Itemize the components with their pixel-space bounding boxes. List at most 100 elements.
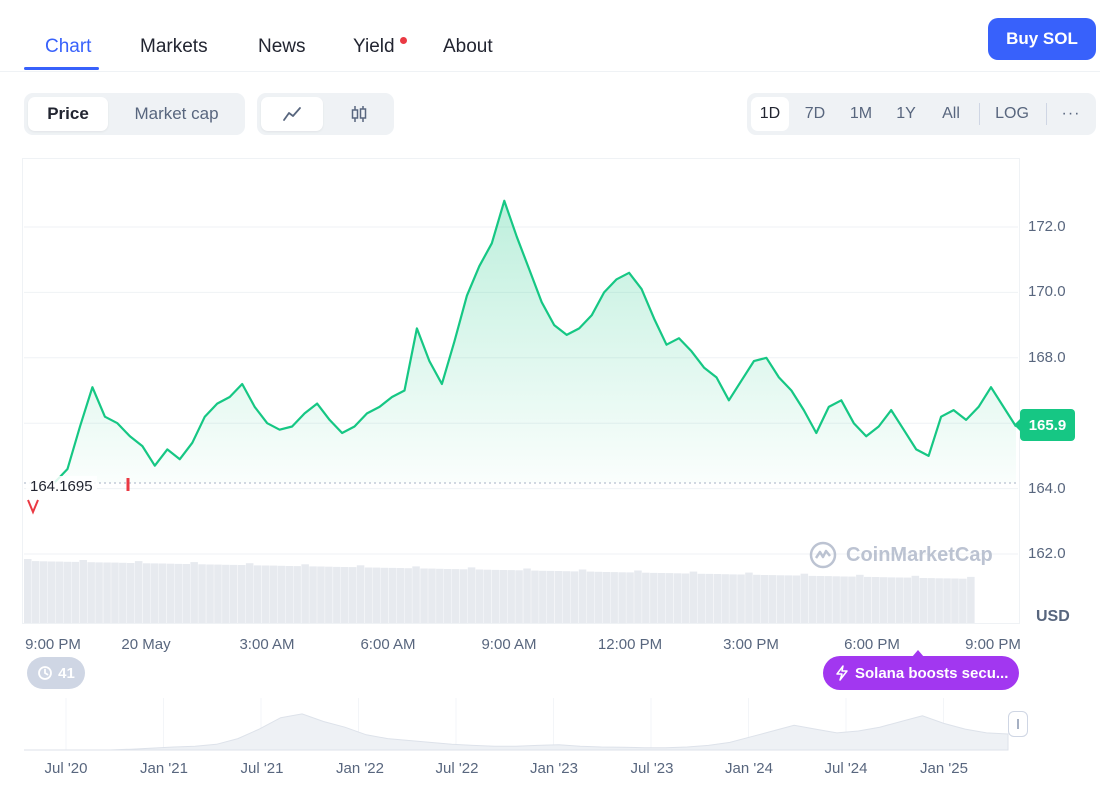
volume-bar xyxy=(634,570,642,623)
watermark-text: CoinMarketCap xyxy=(846,543,993,566)
x-tick-label: 3:00 AM xyxy=(239,636,295,653)
volume-bar xyxy=(768,575,777,623)
volume-bar xyxy=(451,569,460,623)
volume-bar xyxy=(903,577,912,623)
volume-bar xyxy=(658,573,666,623)
volume-bar xyxy=(911,575,920,623)
navigator-tick-label: Jul '21 xyxy=(240,760,284,777)
volume-bar xyxy=(87,562,95,623)
navigator-tick-label: Jul '23 xyxy=(630,760,674,777)
volume-bar xyxy=(872,577,880,623)
volume-bar xyxy=(681,573,690,623)
volume-bar xyxy=(174,563,183,623)
x-tick-label: 6:00 AM xyxy=(360,636,416,653)
volume-bar xyxy=(309,566,317,623)
history-count: 41 xyxy=(58,664,75,682)
volume-bar xyxy=(721,574,729,623)
volume-bar xyxy=(63,561,72,624)
volume-bar xyxy=(261,565,270,623)
navigator-tick-label: Jul '20 xyxy=(44,760,88,777)
volume-bar xyxy=(475,569,484,623)
volume-bar xyxy=(618,572,626,624)
volume-bar xyxy=(198,564,206,623)
volume-bar xyxy=(103,562,111,623)
volume-bar xyxy=(39,561,48,623)
volume-bar xyxy=(238,565,246,623)
volume-bar xyxy=(642,572,650,623)
volume-bar xyxy=(372,567,381,623)
navigator-tick-label: Jul '24 xyxy=(824,760,868,777)
history-icon xyxy=(38,666,53,680)
navigator-tick-label: Jan '23 xyxy=(530,760,578,777)
volume-bar xyxy=(333,566,341,623)
navigator-handle[interactable] xyxy=(1008,711,1028,737)
y-tick-label: 162.0 xyxy=(1028,545,1066,562)
volume-bar xyxy=(341,567,349,623)
volume-bar xyxy=(792,575,801,623)
volume-bar xyxy=(119,562,127,623)
volume-bar xyxy=(555,571,563,623)
volume-bar xyxy=(491,569,500,623)
volume-bar xyxy=(610,572,618,623)
navigator-tick-label: Jan '21 xyxy=(140,760,188,777)
volume-bar xyxy=(55,561,64,623)
currency-label: USD xyxy=(1036,608,1070,625)
volume-bar xyxy=(705,573,713,623)
volume-bar xyxy=(808,575,817,623)
volume-bar xyxy=(967,576,975,623)
volume-bar xyxy=(222,564,230,624)
x-tick-label: 3:00 PM xyxy=(723,636,779,653)
volume-bar xyxy=(380,567,389,624)
volume-bar xyxy=(761,575,769,623)
volume-bar xyxy=(420,568,428,623)
volume-bar xyxy=(206,564,214,623)
volume-bar xyxy=(776,575,785,624)
volume-bar xyxy=(539,570,547,624)
volume-bar xyxy=(150,563,159,623)
volume-bar xyxy=(436,568,444,623)
volume-bar xyxy=(356,565,365,623)
volume-bar xyxy=(158,563,167,623)
volume-bar xyxy=(602,572,610,623)
volume-bar xyxy=(111,562,119,623)
volume-bar xyxy=(285,566,293,623)
volume-bar xyxy=(531,570,539,623)
volume-bar xyxy=(713,574,721,623)
news-pill[interactable]: Solana boosts secu... xyxy=(823,656,1019,690)
volume-bar xyxy=(650,572,658,623)
volume-bar xyxy=(864,576,872,623)
y-tick-label: 164.0 xyxy=(1028,479,1066,497)
x-tick-label: 12:00 PM xyxy=(597,636,663,653)
volume-bar xyxy=(47,561,56,623)
volume-bar xyxy=(697,573,706,624)
history-badge[interactable]: 41 xyxy=(27,657,85,689)
volume-bar xyxy=(245,563,254,623)
x-tick-label: 9:00 AM xyxy=(481,636,537,653)
volume-bar xyxy=(31,561,40,623)
volume-bar xyxy=(348,567,357,623)
volume-bar xyxy=(824,576,832,623)
volume-bar xyxy=(515,570,523,623)
y-tick-label: 168.0 xyxy=(1028,348,1066,366)
volume-bar xyxy=(467,567,476,623)
volume-bar xyxy=(142,563,151,624)
volume-bar xyxy=(190,562,198,623)
volume-bar xyxy=(879,577,888,623)
volume-bar xyxy=(840,576,848,623)
volume-bar xyxy=(325,566,333,623)
volume-bar xyxy=(800,573,809,623)
navigator-tick-label: Jul '22 xyxy=(435,760,479,777)
navigator-tick-label: Jan '22 xyxy=(336,760,384,777)
lightning-icon xyxy=(836,665,848,681)
volume-bar xyxy=(570,571,579,623)
navigator-tick-label: Jan '25 xyxy=(920,760,968,777)
low-price-label: 164.1695 xyxy=(26,476,97,497)
volume-bar xyxy=(665,573,674,623)
volume-bar xyxy=(562,571,571,623)
volume-bar xyxy=(166,563,175,623)
volume-bar xyxy=(729,574,737,623)
volume-bar xyxy=(745,572,753,623)
volume-bar xyxy=(396,568,404,623)
x-tick-label: 9:00 PM xyxy=(25,636,81,653)
volume-bar xyxy=(887,577,896,623)
